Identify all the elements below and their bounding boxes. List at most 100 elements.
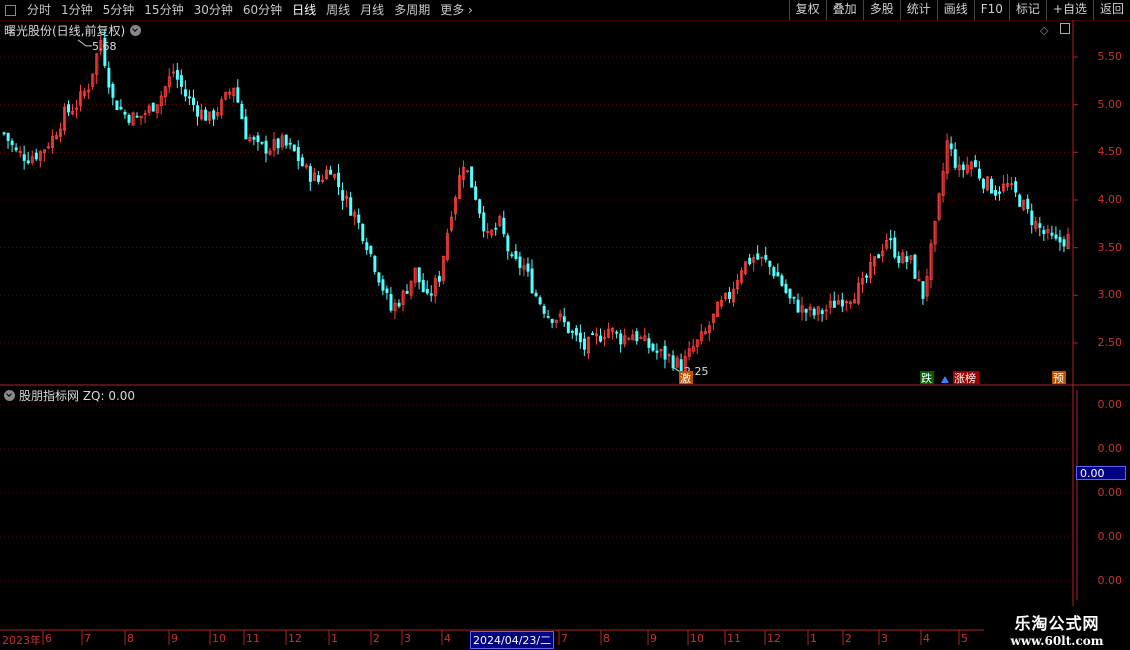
candle-body xyxy=(115,100,119,111)
candle-body xyxy=(135,115,139,118)
date-label: 9 xyxy=(171,632,178,645)
candle-body xyxy=(244,116,248,140)
candle-body xyxy=(300,157,304,167)
candle-body xyxy=(510,254,514,257)
candle-body xyxy=(292,144,296,152)
candle-body xyxy=(34,152,38,160)
date-label: 11 xyxy=(727,632,741,645)
candle-body xyxy=(349,197,353,216)
date-label: 12 xyxy=(767,632,781,645)
candle-body xyxy=(212,110,216,120)
candle-body xyxy=(474,186,478,200)
candle-body xyxy=(506,235,510,252)
candle-body xyxy=(429,293,433,296)
down-tag: 跌 xyxy=(921,371,932,385)
candle-body xyxy=(389,294,393,311)
candle-body xyxy=(183,89,187,97)
date-label: 4 xyxy=(923,632,930,645)
candle-body xyxy=(599,335,603,342)
candle-body xyxy=(264,140,268,154)
candle-body xyxy=(768,260,772,267)
candle-body xyxy=(1014,181,1018,193)
candle-body xyxy=(655,350,659,353)
candle-body xyxy=(776,272,780,277)
limit-up-tag: 涨榜 xyxy=(954,371,976,385)
candle-body xyxy=(127,114,131,123)
date-label: 12 xyxy=(288,632,302,645)
candle-body xyxy=(582,338,586,350)
candle-body xyxy=(913,254,917,279)
date-label: 9 xyxy=(650,632,657,645)
watermark-url: www.60lt.com xyxy=(1010,634,1104,648)
watermark-name: 乐淘公式网 xyxy=(1014,614,1100,633)
candle-body xyxy=(530,268,534,294)
candle-body xyxy=(764,255,768,260)
price-label: 4.50 xyxy=(1097,145,1123,159)
indicator-label: 0.00 xyxy=(1097,486,1123,499)
date-label: 10 xyxy=(212,632,226,645)
candle-body xyxy=(1030,210,1034,226)
candle-body xyxy=(425,288,429,294)
candle-body xyxy=(123,111,127,115)
candle-body xyxy=(397,302,401,307)
high-marker-line xyxy=(77,39,92,47)
candle-body xyxy=(357,214,361,223)
date-label: 7 xyxy=(84,632,91,645)
candle-body xyxy=(405,291,409,294)
kline-chart[interactable]: 5.682.25激跌涨榜预 xyxy=(0,0,1130,650)
candle-body xyxy=(772,267,776,277)
candle-body xyxy=(1042,230,1046,235)
indicator-title[interactable]: 股朋指标网 ZQ: 0.00 xyxy=(4,387,135,404)
candle-body xyxy=(578,332,582,343)
candle-body xyxy=(377,272,381,283)
candle-body xyxy=(897,256,901,263)
chevron-down-icon[interactable] xyxy=(4,390,15,401)
candle-body xyxy=(119,106,123,110)
up-arrow-icon xyxy=(941,376,949,383)
candle-body xyxy=(175,69,179,80)
candle-body xyxy=(316,175,320,182)
price-label: 3.00 xyxy=(1097,288,1123,302)
price-label: 4.00 xyxy=(1097,193,1123,206)
candle-body xyxy=(635,331,639,342)
candle-body xyxy=(10,140,14,146)
candle-body xyxy=(796,299,800,313)
current-value-badge: 0.00 xyxy=(1076,466,1126,480)
candle-body xyxy=(570,330,574,333)
candle-body xyxy=(1038,223,1042,228)
date-label: 1 xyxy=(810,632,817,645)
candle-body xyxy=(192,97,196,106)
candle-body xyxy=(812,308,816,316)
candle-body xyxy=(780,275,784,286)
candle-body xyxy=(478,199,482,214)
candle-body xyxy=(111,83,115,98)
candle-body xyxy=(470,166,474,188)
candle-body xyxy=(748,257,752,265)
date-label: 5 xyxy=(961,632,968,645)
candle-body xyxy=(546,316,550,318)
indicator-label: 0.00 xyxy=(1097,398,1123,411)
candle-body xyxy=(990,178,994,194)
candle-body xyxy=(187,96,191,99)
candle-body xyxy=(240,103,244,120)
candle-body xyxy=(998,191,1002,194)
price-label: 3.50 xyxy=(1097,240,1123,254)
candle-body xyxy=(792,296,796,299)
candle-body xyxy=(534,292,538,297)
candle-body xyxy=(276,138,280,149)
date-label: 3 xyxy=(404,632,411,645)
candle-body xyxy=(526,263,530,272)
candle-body xyxy=(679,359,683,373)
candle-body xyxy=(591,333,595,335)
candle-body xyxy=(566,321,570,333)
price-label: 5.00 xyxy=(1097,97,1123,111)
candle-body xyxy=(26,160,30,164)
candle-body xyxy=(67,104,71,113)
candle-body xyxy=(663,345,667,360)
candle-body xyxy=(337,172,341,188)
candle-body xyxy=(788,288,792,299)
candle-body xyxy=(893,237,897,258)
candle-body xyxy=(804,308,808,313)
candle-body xyxy=(514,251,518,259)
candle-body xyxy=(840,299,844,307)
